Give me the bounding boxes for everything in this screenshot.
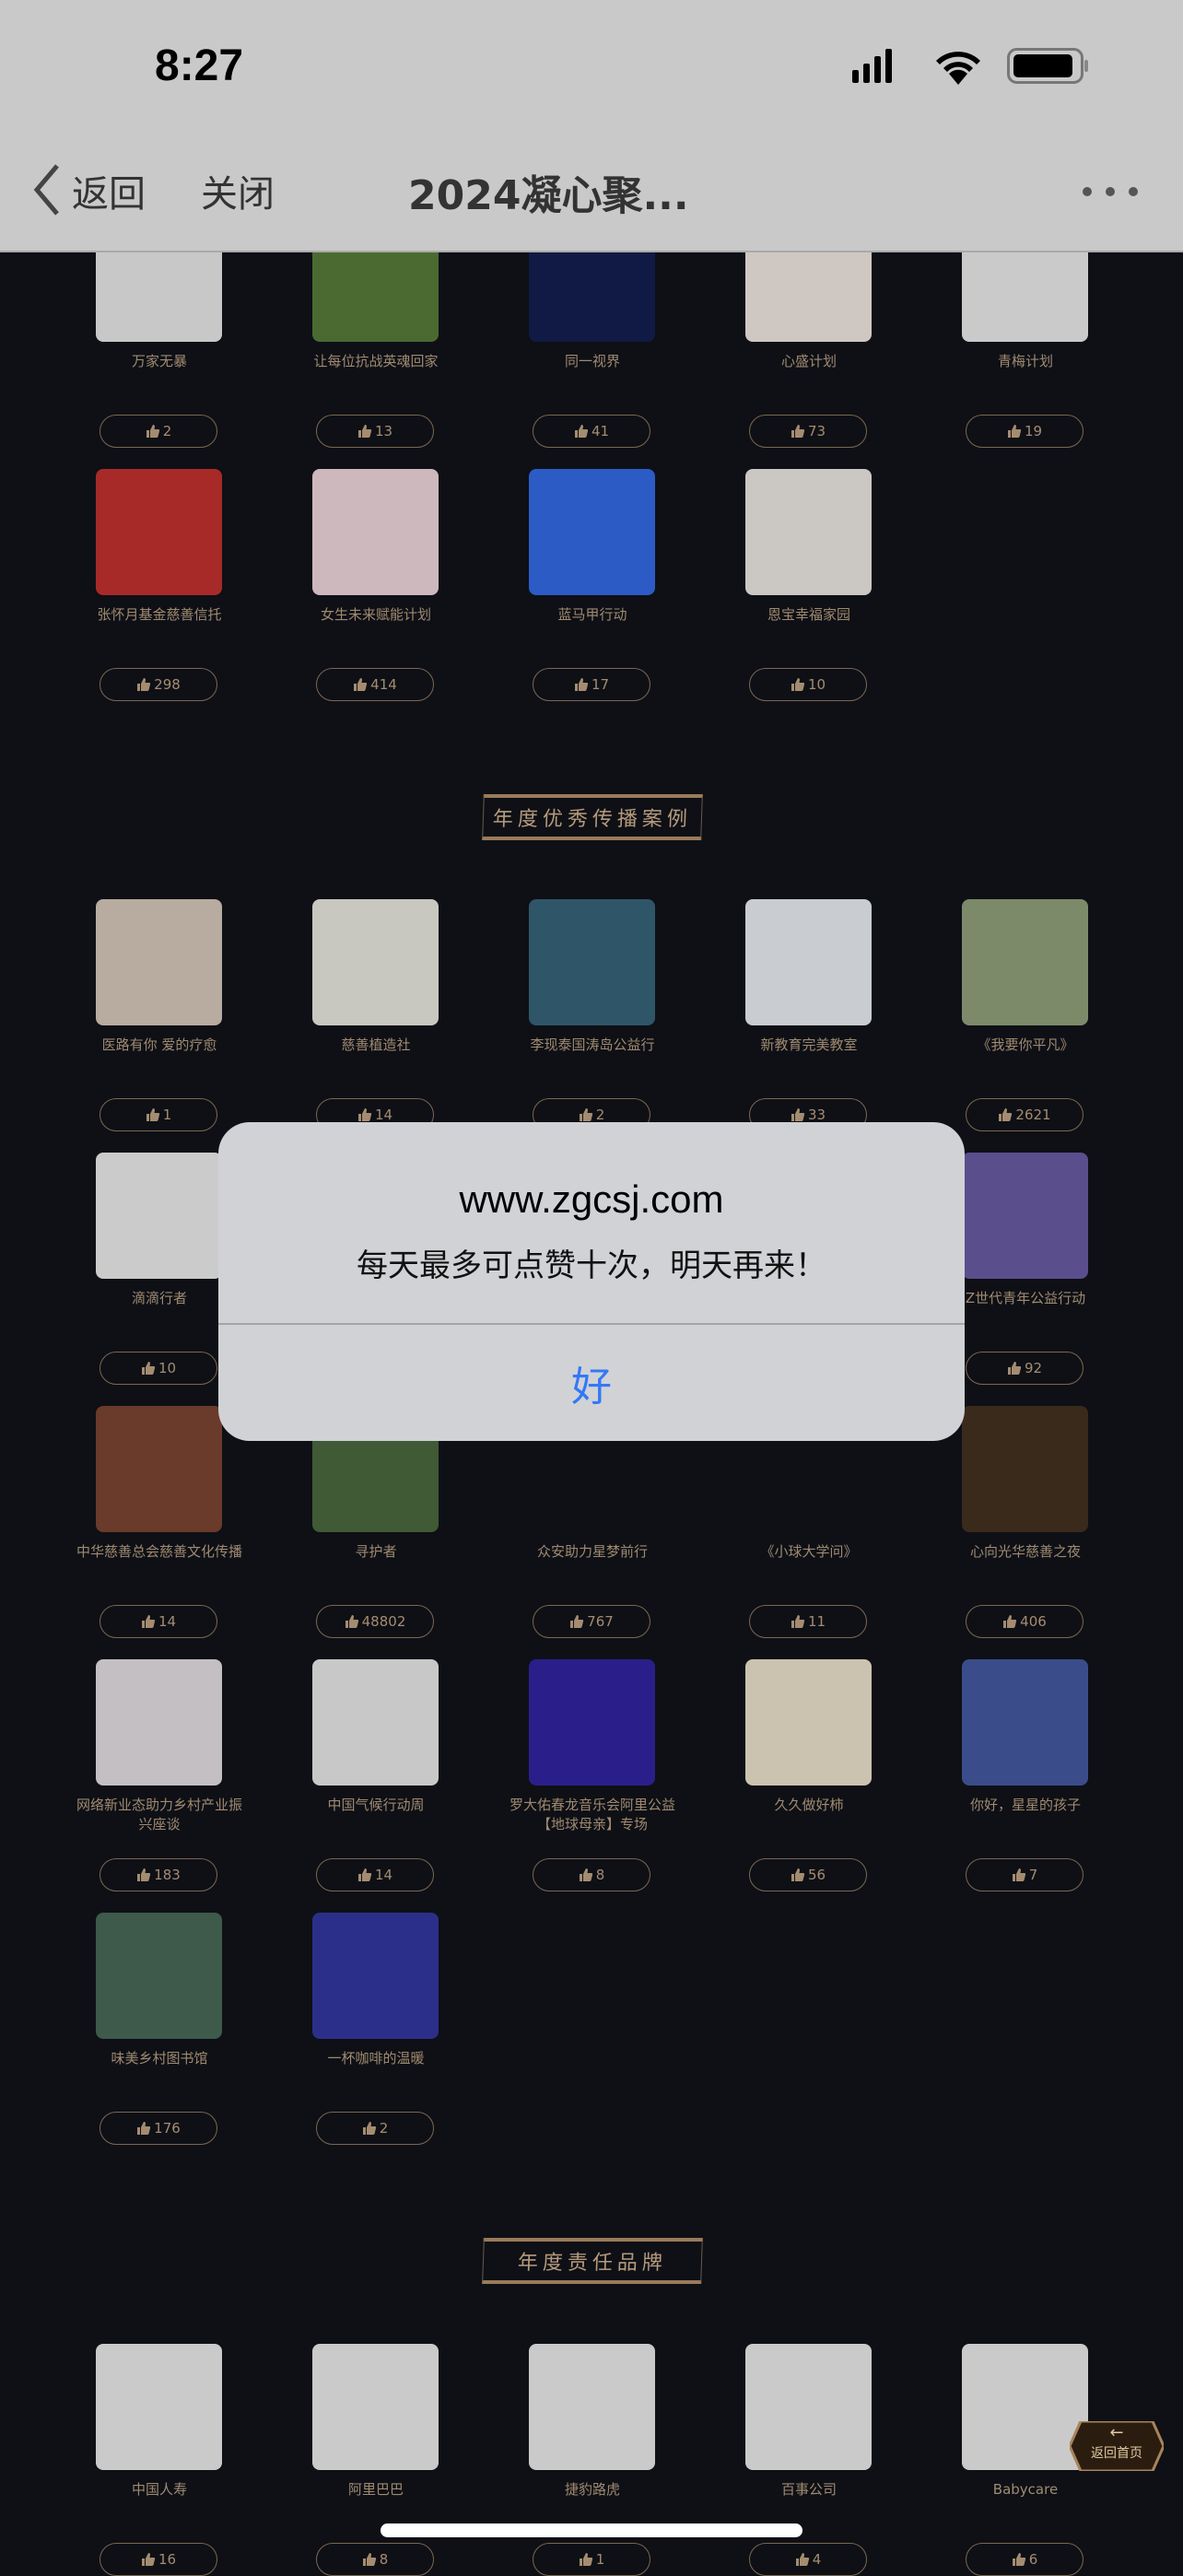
home-indicator [381,2523,802,2537]
back-home-button[interactable]: ← 返回首页 [1070,2421,1164,2471]
battery-icon [1007,48,1088,84]
back-button[interactable]: 返回 [72,164,146,217]
arrow-left-icon: ← [1109,2423,1124,2442]
back-home-label: 返回首页 [1091,2446,1142,2461]
status-time: 8:27 [155,41,244,90]
page-title: 2024凝心聚... [408,172,689,219]
alert-dialog: www.zgcsj.com 每天最多可点赞十次，明天再来！ 好 [218,1122,965,1441]
wifi-icon [936,52,980,85]
dialog-title: www.zgcsj.com [459,1177,724,1221]
dialog-message: 每天最多可点赞十次，明天再来！ [357,1247,826,1284]
close-button[interactable]: 关闭 [201,164,275,217]
dialog-ok-button[interactable]: 好 [218,1325,965,1441]
back-chevron-icon[interactable] [31,162,63,217]
browser-header: 8:27 返回 关闭 2024凝心聚... [0,0,1183,252]
cellular-signal-icon [852,49,892,83]
more-dots-icon[interactable] [1080,182,1144,201]
